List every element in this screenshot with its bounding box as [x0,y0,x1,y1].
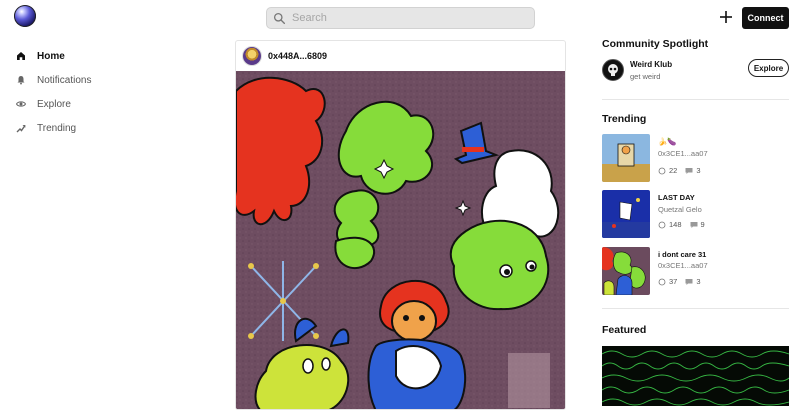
trending-item-stats: 37 3 [658,277,701,286]
author-avatar[interactable] [242,46,262,66]
nav-label-explore: Explore [37,98,71,110]
nav-item-notifications[interactable]: Notifications [16,72,166,88]
search-bar[interactable] [266,7,535,29]
trending-item-stats: 22 3 [658,166,701,175]
divider [602,308,789,309]
comment-icon[interactable] [690,221,698,229]
community-avatar[interactable] [602,59,624,81]
post-author[interactable]: 0x448A...6809 [268,51,327,61]
nav-item-home[interactable]: Home [16,48,166,64]
comment-count: 3 [696,166,701,175]
home-icon [17,52,25,60]
search-input[interactable] [292,12,522,24]
trending-thumbnail[interactable] [602,134,650,182]
connect-button[interactable]: Connect [742,7,789,29]
like-icon[interactable] [658,278,666,286]
trending-icon [16,125,26,133]
divider [602,99,789,100]
comment-icon[interactable] [685,278,693,286]
like-count: 148 [669,220,682,229]
community-tagline: get weird [630,72,661,81]
skull-icon [608,64,618,76]
trending-title: Trending [602,113,647,125]
trending-item-author[interactable]: 0x3CE1...aa07 [658,261,708,270]
app-logo[interactable] [14,5,36,27]
like-icon[interactable] [658,221,666,229]
featured-thumbnail[interactable] [602,346,789,406]
trending-item-title[interactable]: i dont care 31 [658,250,706,259]
post-card[interactable]: 0x448A...6809 [235,40,566,410]
comment-icon[interactable] [685,167,693,175]
nav-item-trending[interactable]: Trending [16,120,166,136]
trending-item-author[interactable]: Quetzal Gelo [658,205,702,214]
trending-item-stats: 148 9 [658,220,705,229]
post-artwork[interactable] [236,71,566,410]
community-name[interactable]: Weird Klub [630,60,672,69]
bell-icon [17,76,25,85]
plus-icon[interactable] [717,8,735,26]
eye-icon [16,101,26,107]
post-header: 0x448A...6809 [236,41,565,71]
trending-item-author[interactable]: 0x3CE1...aa07 [658,149,708,158]
trending-item-title[interactable]: 🍌🍆 [658,137,677,146]
featured-title: Featured [602,324,647,336]
comment-count: 9 [700,220,705,229]
like-icon[interactable] [658,167,666,175]
comment-count: 3 [696,277,701,286]
trending-thumbnail[interactable] [602,190,650,238]
search-icon [273,12,286,24]
nav-label-notifications: Notifications [37,74,92,86]
nav-label-home: Home [37,50,65,62]
spotlight-title: Community Spotlight [602,38,709,50]
trending-thumbnail[interactable] [602,247,650,295]
nav-label-trending: Trending [37,122,77,134]
explore-button[interactable]: Explore [748,59,789,77]
like-count: 22 [669,166,678,175]
trending-item-title[interactable]: LAST DAY [658,193,695,202]
nav-item-explore[interactable]: Explore [16,96,166,112]
like-count: 37 [669,277,678,286]
